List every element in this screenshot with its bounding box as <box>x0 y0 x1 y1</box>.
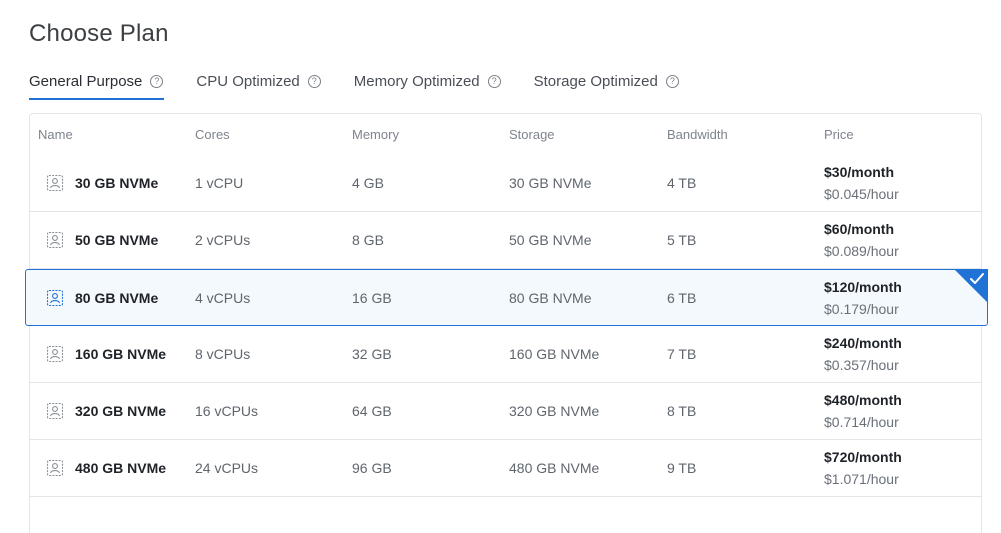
column-header-name: Name <box>38 127 73 142</box>
plan-cores: 4 vCPUs <box>195 289 251 306</box>
plan-name-cell: 50 GB NVMe <box>45 212 158 268</box>
plan-price: $480/month $0.714/hour <box>824 383 902 439</box>
plan-memory: 8 GB <box>352 232 384 248</box>
plan-row-160gb[interactable]: 160 GB NVMe 8 vCPUs 32 GB 160 GB NVMe 7 … <box>30 326 981 383</box>
plan-price: $720/month $1.071/hour <box>824 440 902 496</box>
plan-bandwidth: 8 TB <box>667 403 697 419</box>
plan-row-50gb[interactable]: 50 GB NVMe 2 vCPUs 8 GB 50 GB NVMe 5 TB … <box>30 212 981 269</box>
column-header-cores: Cores <box>195 127 230 142</box>
plan-cores: 1 vCPU <box>195 175 244 191</box>
tab-label: Memory Optimized <box>353 72 480 90</box>
plan-category-tabs: General Purpose ? CPU Optimized ? Memory… <box>29 69 712 113</box>
plan-server-icon <box>46 174 64 192</box>
price-month: $60/month <box>824 221 895 237</box>
column-header-bandwidth: Bandwidth <box>667 127 728 142</box>
price-hour: $0.089/hour <box>824 243 899 259</box>
tab-cpu-optimized[interactable]: CPU Optimized ? <box>196 69 321 93</box>
tab-label: CPU Optimized <box>196 72 300 90</box>
plan-price: $30/month $0.045/hour <box>824 155 899 211</box>
plan-row-320gb[interactable]: 320 GB NVMe 16 vCPUs 64 GB 320 GB NVMe 8… <box>30 383 981 440</box>
help-icon[interactable]: ? <box>665 74 679 88</box>
column-header-memory: Memory <box>352 127 399 142</box>
plan-memory: 96 GB <box>352 460 392 476</box>
plan-name: 160 GB NVMe <box>75 346 167 362</box>
tab-label: Storage Optimized <box>533 72 658 90</box>
price-month: $480/month <box>824 392 902 408</box>
price-month: $240/month <box>824 335 902 351</box>
price-hour: $0.357/hour <box>824 357 899 373</box>
price-month: $720/month <box>824 449 902 465</box>
plan-memory: 4 GB <box>352 175 384 191</box>
price-hour: $1.071/hour <box>824 471 899 487</box>
plan-bandwidth: 4 TB <box>667 175 697 191</box>
plan-storage: 160 GB NVMe <box>509 346 600 362</box>
plan-name-cell: 320 GB NVMe <box>45 383 166 439</box>
table-header: Name Cores Memory Storage Bandwidth Pric… <box>30 114 981 156</box>
help-icon[interactable]: ? <box>487 74 501 88</box>
tab-general-purpose[interactable]: General Purpose ? <box>29 69 165 100</box>
checkmark-icon <box>954 269 988 303</box>
plan-name-cell: 480 GB NVMe <box>45 440 166 496</box>
tab-memory-optimized[interactable]: Memory Optimized ? <box>354 69 501 93</box>
plan-name: 30 GB NVMe <box>75 175 159 191</box>
plan-bandwidth: 7 TB <box>667 346 697 362</box>
tab-storage-optimized[interactable]: Storage Optimized ? <box>534 69 679 93</box>
column-header-storage: Storage <box>509 127 555 142</box>
plan-bandwidth: 9 TB <box>667 460 697 476</box>
plan-cores: 2 vCPUs <box>195 232 251 248</box>
plan-storage: 50 GB NVMe <box>509 232 592 248</box>
plan-name: 480 GB NVMe <box>75 460 167 476</box>
price-hour: $0.045/hour <box>824 186 899 202</box>
plan-server-icon <box>46 345 64 363</box>
help-icon[interactable]: ? <box>150 74 164 88</box>
plan-name-cell: 160 GB NVMe <box>45 326 166 382</box>
plan-name-cell: 30 GB NVMe <box>45 155 158 211</box>
plan-name-cell: 80 GB NVMe <box>45 270 158 325</box>
plan-memory: 64 GB <box>352 403 392 419</box>
plan-server-icon <box>46 231 64 249</box>
plan-row-30gb[interactable]: 30 GB NVMe 1 vCPU 4 GB 30 GB NVMe 4 TB $… <box>30 155 981 212</box>
tab-label: General Purpose <box>29 72 143 90</box>
plan-name: 320 GB NVMe <box>75 403 167 419</box>
plan-bandwidth: 6 TB <box>667 289 697 306</box>
price-hour: $0.714/hour <box>824 414 899 430</box>
page-title: Choose Plan <box>29 20 169 47</box>
plan-memory: 32 GB <box>352 346 392 362</box>
price-month: $120/month <box>824 278 902 295</box>
plan-cores: 24 vCPUs <box>195 460 259 476</box>
plan-cores: 16 vCPUs <box>195 403 259 419</box>
column-header-price: Price <box>824 127 854 142</box>
price-hour: $0.179/hour <box>824 300 899 317</box>
plan-row-80gb-selected[interactable]: 80 GB NVMe 4 vCPUs 16 GB 80 GB NVMe 6 TB… <box>25 269 988 326</box>
plan-bandwidth: 5 TB <box>667 232 697 248</box>
help-icon[interactable]: ? <box>307 74 321 88</box>
plan-name: 50 GB NVMe <box>75 232 159 248</box>
plan-storage: 30 GB NVMe <box>509 175 592 191</box>
plan-price: $240/month $0.357/hour <box>824 326 902 382</box>
plan-price: $120/month $0.179/hour <box>824 270 902 325</box>
plan-table: Name Cores Memory Storage Bandwidth Pric… <box>25 113 988 533</box>
plan-price: $60/month $0.089/hour <box>824 212 899 268</box>
plan-storage: 80 GB NVMe <box>509 289 592 306</box>
plan-row-480gb[interactable]: 480 GB NVMe 24 vCPUs 96 GB 480 GB NVMe 9… <box>30 440 981 497</box>
plan-server-icon <box>46 402 64 420</box>
plan-cores: 8 vCPUs <box>195 346 251 362</box>
plan-storage: 480 GB NVMe <box>509 460 600 476</box>
plan-server-icon <box>46 289 64 306</box>
plan-server-icon <box>46 459 64 477</box>
plan-storage: 320 GB NVMe <box>509 403 600 419</box>
plan-memory: 16 GB <box>352 289 392 306</box>
price-month: $30/month <box>824 164 895 180</box>
plan-name: 80 GB NVMe <box>75 289 159 306</box>
